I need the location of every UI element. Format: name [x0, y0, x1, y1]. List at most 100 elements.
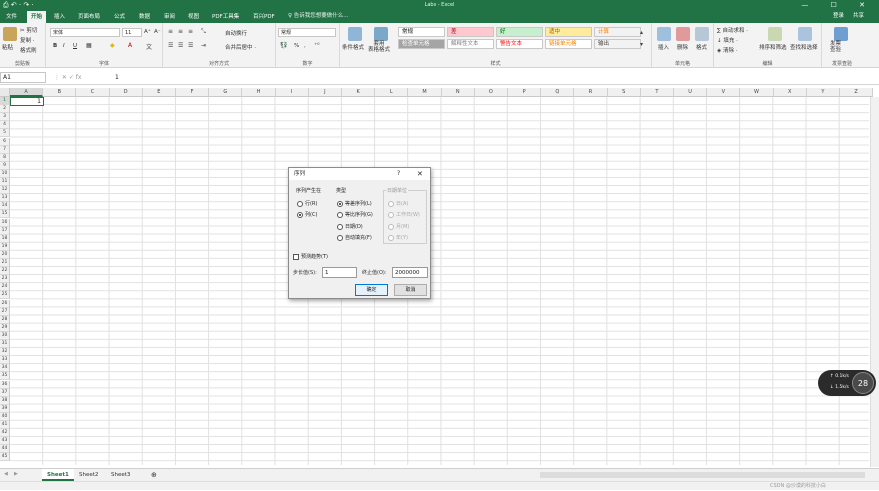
border-icon[interactable]: ▦: [86, 42, 92, 49]
font-grow-button[interactable]: A⁺: [144, 29, 151, 35]
row-header[interactable]: 30: [0, 331, 10, 340]
row-header[interactable]: 15: [0, 210, 10, 219]
network-speed-widget[interactable]: ↑ 0.1k/s ↓ 1.5k/s 28: [818, 370, 876, 396]
tell-me-search[interactable]: ♀ 告诉我您想要做什么...: [288, 10, 349, 23]
font-name-select[interactable]: 宋体: [50, 28, 120, 37]
sheet-tab-2[interactable]: Sheet2: [74, 469, 103, 481]
column-header[interactable]: R: [574, 88, 608, 97]
column-header[interactable]: O: [474, 88, 508, 97]
paste-button[interactable]: 粘贴: [2, 43, 13, 51]
column-header[interactable]: C: [76, 88, 110, 97]
column-header[interactable]: J: [308, 88, 342, 97]
selected-cell-a1[interactable]: 1: [10, 97, 44, 106]
type-growth-radio[interactable]: 等比序列(G): [337, 211, 373, 218]
row-header[interactable]: 18: [0, 234, 10, 243]
tab-file[interactable]: 文件: [2, 11, 21, 23]
tab-review[interactable]: 审阅: [160, 11, 179, 23]
row-header[interactable]: 39: [0, 404, 10, 413]
row-header[interactable]: 1: [0, 97, 10, 106]
row-header[interactable]: 14: [0, 202, 10, 211]
row-header[interactable]: 5: [0, 129, 10, 138]
orientation-icon[interactable]: ⤡: [201, 28, 206, 36]
align-center-icon[interactable]: ☰: [178, 42, 183, 49]
font-shrink-button[interactable]: A⁻: [154, 29, 161, 35]
name-box[interactable]: A1: [0, 72, 46, 83]
row-header[interactable]: 37: [0, 388, 10, 397]
font-size-select[interactable]: 11: [122, 28, 142, 37]
vertical-scrollbar[interactable]: [870, 97, 879, 467]
column-header[interactable]: P: [508, 88, 542, 97]
row-header[interactable]: 45: [0, 453, 10, 462]
currency-icon[interactable]: 💱: [280, 42, 287, 49]
row-header[interactable]: 12: [0, 186, 10, 195]
comma-button[interactable]: ,: [304, 43, 306, 49]
add-sheet-button[interactable]: ⊕: [146, 469, 162, 481]
tab-insert[interactable]: 插入: [50, 11, 69, 23]
row-header[interactable]: 22: [0, 267, 10, 276]
date-unit-year-radio[interactable]: 年(Y): [388, 234, 408, 241]
row-header[interactable]: 32: [0, 348, 10, 357]
row-header[interactable]: 41: [0, 421, 10, 430]
invoice-check-button[interactable]: 发票 查验: [830, 41, 841, 53]
styles-scroll-icon[interactable]: ▴: [640, 29, 643, 36]
styles-more-icon[interactable]: ▾: [640, 41, 643, 48]
row-header[interactable]: 44: [0, 445, 10, 454]
date-unit-month-radio[interactable]: 月(M): [388, 223, 409, 230]
formula-input[interactable]: 1: [115, 72, 119, 83]
horizontal-scrollbar[interactable]: [540, 472, 865, 478]
row-header[interactable]: 4: [0, 121, 10, 130]
trend-checkbox[interactable]: 预测趋势(T): [293, 253, 328, 260]
conditional-format-button[interactable]: 条件格式: [342, 43, 364, 51]
format-as-table-icon[interactable]: [374, 27, 388, 41]
fill-button[interactable]: ↓ 填充 ·: [717, 36, 738, 44]
column-header[interactable]: B: [43, 88, 77, 97]
row-header[interactable]: 28: [0, 315, 10, 324]
clear-button[interactable]: ◈ 清除 ·: [717, 46, 737, 54]
percent-button[interactable]: %: [294, 43, 299, 49]
column-header[interactable]: G: [209, 88, 243, 97]
column-header[interactable]: F: [176, 88, 210, 97]
column-header[interactable]: V: [707, 88, 741, 97]
find-select-button[interactable]: 查找和选择: [790, 43, 818, 51]
row-header[interactable]: 8: [0, 153, 10, 162]
tab-home[interactable]: 开始: [27, 11, 47, 23]
row-header[interactable]: 42: [0, 429, 10, 438]
type-date-radio[interactable]: 日期(D): [337, 223, 363, 230]
align-top-icon[interactable]: ≡: [168, 28, 173, 35]
window-controls[interactable]: — ☐ ✕: [801, 0, 875, 10]
row-header[interactable]: 33: [0, 356, 10, 365]
column-header[interactable]: U: [674, 88, 708, 97]
cell-style-7[interactable]: 警告文本: [496, 39, 543, 49]
column-header[interactable]: D: [109, 88, 143, 97]
align-left-icon[interactable]: ☰: [168, 42, 173, 49]
invoice-check-icon[interactable]: [834, 27, 848, 41]
format-as-table-button[interactable]: 套用 表格格式: [368, 41, 390, 53]
phonetic-icon[interactable]: 文: [146, 42, 152, 51]
fill-color-icon[interactable]: ◆: [110, 42, 115, 49]
row-header[interactable]: 10: [0, 169, 10, 178]
cell-style-1[interactable]: 差: [447, 27, 494, 37]
column-header[interactable]: N: [441, 88, 475, 97]
column-header[interactable]: I: [275, 88, 309, 97]
column-header[interactable]: Z: [840, 88, 874, 97]
indent-icon[interactable]: ⇥: [201, 42, 206, 49]
column-header[interactable]: L: [375, 88, 409, 97]
cell-grid[interactable]: [10, 97, 869, 465]
wrap-text-button[interactable]: 自动换行: [225, 29, 247, 37]
row-header[interactable]: 27: [0, 307, 10, 316]
cell-style-5[interactable]: 检查单元格: [398, 39, 445, 49]
row-header[interactable]: 6: [0, 137, 10, 146]
row-header[interactable]: 19: [0, 242, 10, 251]
sort-filter-button[interactable]: 排序和筛选: [759, 43, 787, 51]
date-unit-weekday-radio[interactable]: 工作日(W): [388, 211, 420, 218]
insert-cells-icon[interactable]: [657, 27, 671, 41]
column-header[interactable]: A: [10, 88, 44, 97]
column-header[interactable]: W: [740, 88, 774, 97]
tab-wanxing-pdf[interactable]: 百兴PDF: [249, 11, 279, 23]
cut-button[interactable]: ✂ 剪切: [20, 26, 37, 34]
column-header[interactable]: E: [142, 88, 176, 97]
row-header[interactable]: 2: [0, 105, 10, 114]
row-header[interactable]: 23: [0, 275, 10, 284]
cancel-button[interactable]: 取消: [394, 284, 427, 296]
tab-formulas[interactable]: 公式: [110, 11, 129, 23]
